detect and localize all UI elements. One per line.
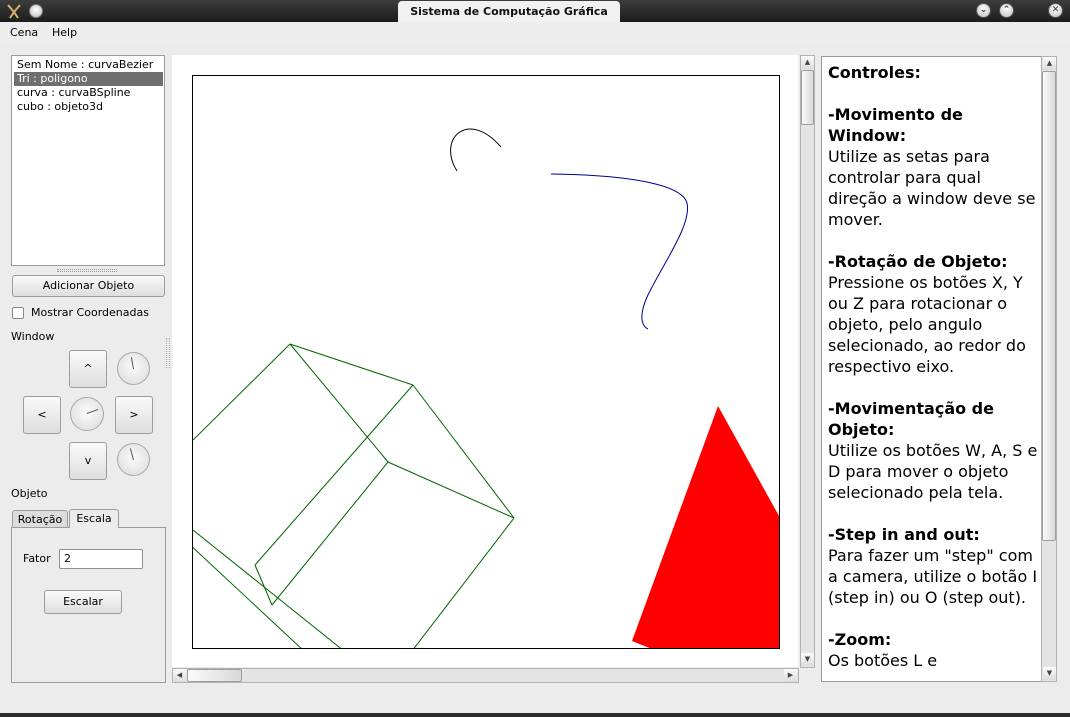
menu-bar: Cena Help xyxy=(0,22,1070,44)
help-panel: Controles: -Movimento de Window: Utilize… xyxy=(821,56,1042,682)
help-heading: -Movimentação de Objeto: xyxy=(828,399,994,439)
scroll-down-arrow-icon[interactable]: ▼ xyxy=(801,653,814,666)
menu-cena[interactable]: Cena xyxy=(10,26,38,39)
window-section-label: Window xyxy=(11,330,55,343)
rotation-dial-y[interactable] xyxy=(70,397,104,431)
bspline-curve xyxy=(550,173,689,330)
window-bottom-edge xyxy=(0,713,1070,717)
app-icon xyxy=(7,4,21,19)
scroll-thumb[interactable] xyxy=(1042,71,1056,541)
move-left-button[interactable]: < xyxy=(23,396,61,434)
chevron-down-icon: ⌄ xyxy=(979,5,988,15)
help-heading: -Rotação de Objeto: xyxy=(828,252,1008,271)
help-text: Os botões L e xyxy=(828,651,938,670)
help-heading: -Movimento de Window: xyxy=(828,105,963,145)
help-text: Para fazer um "step" com a camera, utili… xyxy=(828,546,1038,607)
window-menu-icon[interactable] xyxy=(29,4,43,18)
rotation-dial-x[interactable] xyxy=(117,352,150,385)
help-text: Pressione os botões X, Y ou Z para rotac… xyxy=(828,273,1026,376)
rotation-dial-z[interactable] xyxy=(117,443,150,476)
help-heading: -Zoom: xyxy=(828,630,892,649)
window-title: Sistema de Computação Gráfica xyxy=(398,1,620,22)
scroll-left-arrow-icon[interactable]: ◀ xyxy=(173,669,186,682)
menu-help[interactable]: Help xyxy=(52,26,77,39)
tab-rotacao[interactable]: Rotação xyxy=(12,510,68,528)
object-list[interactable]: Sem Nome : curvaBezier Tri : poligono cu… xyxy=(11,55,165,266)
chevron-up-icon: ⌃ xyxy=(1002,5,1011,15)
viewport[interactable] xyxy=(192,75,780,649)
list-item[interactable]: curva : curvaBSpline xyxy=(14,86,163,100)
list-item[interactable]: cubo : objeto3d xyxy=(14,100,163,114)
help-title: Controles: xyxy=(828,63,921,82)
show-coordinates-checkbox[interactable] xyxy=(12,307,24,319)
help-scrollbar[interactable]: ▲ ▼ xyxy=(1041,56,1057,682)
tab-escala[interactable]: Escala xyxy=(69,509,119,528)
factor-input[interactable]: 2 xyxy=(59,549,143,569)
move-right-button[interactable]: > xyxy=(115,396,153,434)
move-up-button[interactable]: ^ xyxy=(69,350,107,388)
scroll-right-arrow-icon[interactable]: ▶ xyxy=(784,669,797,682)
scroll-thumb[interactable] xyxy=(801,70,814,125)
close-button[interactable]: ✕ xyxy=(1048,3,1063,18)
minimize-button[interactable]: ⌄ xyxy=(976,3,991,18)
help-text: Utilize as setas para controlar para qua… xyxy=(828,147,1036,229)
help-heading: -Step in and out: xyxy=(828,525,980,544)
scroll-thumb[interactable] xyxy=(187,669,242,682)
splitter-handle[interactable] xyxy=(57,269,117,272)
factor-label: Fator xyxy=(23,552,51,565)
object-section-label: Objeto xyxy=(11,487,48,500)
splitter-handle-vertical[interactable] xyxy=(166,338,170,368)
show-coordinates-label: Mostrar Coordenadas xyxy=(31,306,149,319)
scale-button[interactable]: Escalar xyxy=(44,590,122,614)
list-item[interactable]: Tri : poligono xyxy=(14,72,163,86)
canvas-vertical-scrollbar[interactable]: ▲ ▼ xyxy=(800,55,815,668)
cube-wireframe xyxy=(192,343,515,649)
title-bar: Sistema de Computação Gráfica ⌄ ⌃ ✕ xyxy=(0,0,1070,22)
list-item[interactable]: Sem Nome : curvaBezier xyxy=(14,58,163,72)
close-icon: ✕ xyxy=(1051,5,1060,15)
scroll-down-arrow-icon[interactable]: ▼ xyxy=(1043,667,1056,680)
help-text: Utilize os botões W, A, S e D para mover… xyxy=(828,441,1038,502)
scroll-up-arrow-icon[interactable]: ▲ xyxy=(801,56,814,69)
scroll-up-arrow-icon[interactable]: ▲ xyxy=(1043,57,1056,70)
add-object-button[interactable]: Adicionar Objeto xyxy=(12,275,165,297)
maximize-button[interactable]: ⌃ xyxy=(999,3,1014,18)
canvas-horizontal-scrollbar[interactable]: ◀ ▶ xyxy=(172,668,799,683)
move-down-button[interactable]: v xyxy=(69,442,107,480)
triangle-polygon xyxy=(632,406,780,649)
bezier-curve xyxy=(450,128,502,172)
